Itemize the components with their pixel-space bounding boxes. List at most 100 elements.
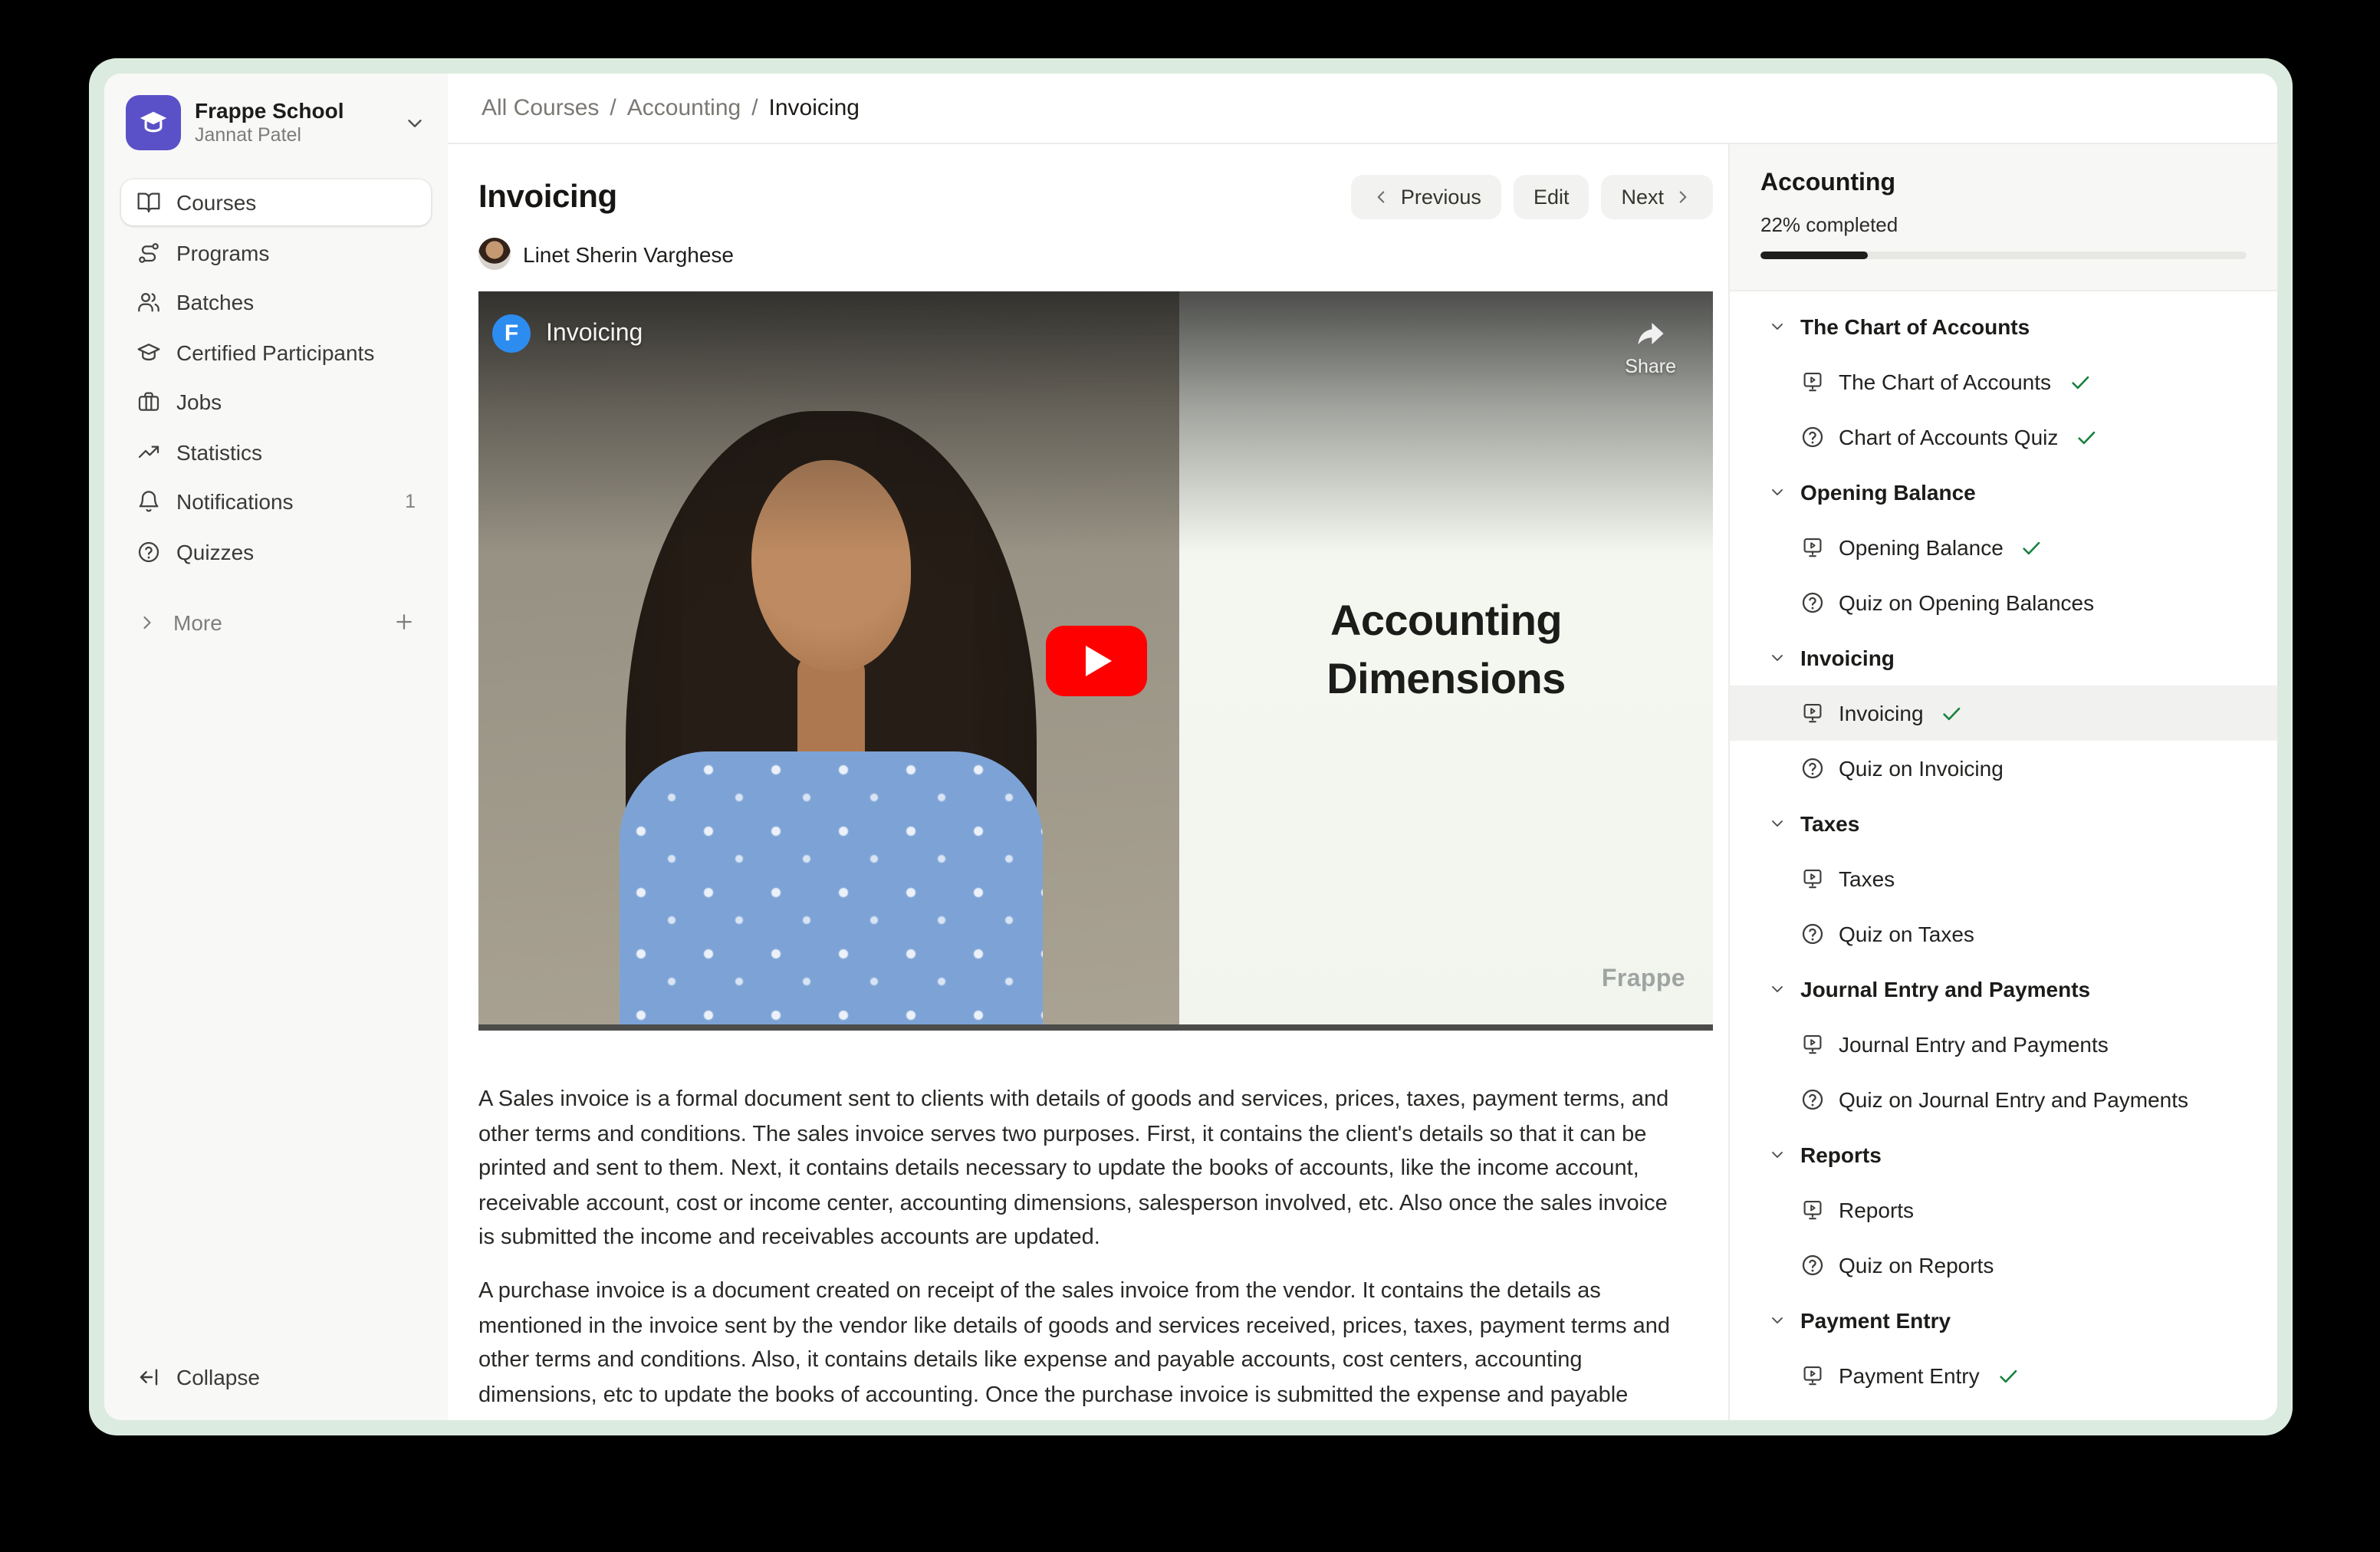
book-open-icon (136, 190, 161, 215)
course-outline-panel: Accounting 22% completed The Chart of Ac… (1728, 144, 2277, 1420)
breadcrumb-course[interactable]: Accounting (627, 95, 741, 121)
lesson-actions: Previous Edit Next (1352, 175, 1713, 219)
sidebar-item-statistics[interactable]: Statistics (121, 429, 431, 475)
completed-check-icon (2068, 370, 2091, 393)
school-user: Jannat Patel (195, 124, 390, 147)
author-name: Linet Sherin Varghese (523, 242, 734, 266)
breadcrumb-all-courses[interactable]: All Courses (482, 95, 599, 121)
quiz-icon (1800, 425, 1825, 449)
video-lesson-icon (1800, 370, 1825, 394)
author-avatar (478, 238, 511, 270)
sidebar-menu: Courses Programs Batches Certified Parti… (121, 179, 431, 574)
outline-lesson[interactable]: Opening Balance (1730, 520, 2277, 575)
sidebar-item-jobs[interactable]: Jobs (121, 379, 431, 425)
paragraph: A purchase invoice is a document created… (478, 1274, 1682, 1413)
author-row: Linet Sherin Varghese (478, 238, 1713, 270)
more-label: More (173, 610, 377, 634)
chevron-right-icon (136, 611, 158, 633)
help-circle-icon (136, 539, 161, 564)
sidebar-item-label: Batches (176, 290, 416, 314)
sidebar-item-courses[interactable]: Courses (121, 179, 431, 225)
chevron-down-icon (1768, 1311, 1787, 1330)
video-lesson-icon (1800, 1198, 1825, 1222)
youtube-play-button[interactable] (1045, 626, 1146, 696)
outline-section: Payment Entry Payment Entry (1730, 1293, 2277, 1403)
outline-section-header[interactable]: Taxes (1730, 796, 2277, 851)
video-title[interactable]: Invoicing (546, 320, 643, 347)
video-share-button[interactable]: Share (1625, 316, 1676, 377)
trending-up-icon (136, 439, 161, 464)
play-icon (1085, 646, 1111, 676)
next-button[interactable]: Next (1601, 175, 1713, 219)
video-player[interactable]: Accounting Dimensions Frappe F Invoicing (478, 291, 1713, 1031)
chevron-down-icon (1768, 317, 1787, 336)
breadcrumb-separator: / (610, 95, 616, 121)
outline-quiz[interactable]: Quiz on Journal Entry and Payments (1730, 1072, 2277, 1127)
sidebar-item-notifications[interactable]: Notifications 1 (121, 478, 431, 524)
chevron-down-icon (1768, 814, 1787, 833)
chevron-left-icon (1372, 187, 1392, 207)
paragraph: A Sales invoice is a formal document sen… (478, 1083, 1682, 1256)
route-icon (136, 240, 161, 265)
sidebar-item-label: Jobs (176, 390, 416, 414)
sidebar-item-label: Quizzes (176, 539, 416, 564)
video-lesson-icon (1800, 866, 1825, 891)
sidebar-item-label: Statistics (176, 439, 416, 464)
school-name: Frappe School (195, 98, 390, 124)
outline-lesson-active[interactable]: Invoicing (1730, 686, 2277, 741)
graduation-cap-icon (136, 340, 161, 364)
sidebar-item-label: Programs (176, 240, 416, 265)
video-lesson-icon (1800, 1363, 1825, 1388)
video-channel-logo[interactable]: F (492, 314, 531, 353)
outline-lesson[interactable]: Payment Entry (1730, 1348, 2277, 1403)
slide-title: Accounting Dimensions (1179, 592, 1713, 709)
outline-quiz[interactable]: Chart of Accounts Quiz (1730, 409, 2277, 465)
outline-section: The Chart of Accounts The Chart of Accou… (1730, 299, 2277, 465)
outline-section-header[interactable]: Opening Balance (1730, 465, 2277, 520)
outline-quiz[interactable]: Quiz on Opening Balances (1730, 575, 2277, 630)
outline-lesson[interactable]: The Chart of Accounts (1730, 354, 2277, 409)
lesson-article: A Sales invoice is a formal document sen… (478, 1083, 1682, 1413)
outline-section-header[interactable]: Payment Entry (1730, 1293, 2277, 1348)
outline-lesson[interactable]: Taxes (1730, 851, 2277, 906)
graduation-cap-icon (136, 106, 170, 140)
outline-section-header[interactable]: Invoicing (1730, 630, 2277, 686)
quiz-icon (1800, 1087, 1825, 1112)
school-switcher[interactable]: Frappe School Jannat Patel (121, 92, 431, 153)
outline-quiz[interactable]: Quiz on Reports (1730, 1238, 2277, 1293)
sidebar-item-batches[interactable]: Batches (121, 279, 431, 325)
chevron-down-icon (1768, 649, 1787, 667)
quiz-icon (1800, 922, 1825, 946)
lesson-content: Invoicing Previous Edit Nex (448, 144, 1728, 1420)
outline-section-header[interactable]: Reports (1730, 1127, 2277, 1182)
sidebar-item-programs[interactable]: Programs (121, 229, 431, 275)
completed-check-icon (2020, 536, 2043, 559)
progress-bar (1760, 252, 2247, 259)
outline-lesson[interactable]: Reports (1730, 1182, 2277, 1238)
sidebar-item-label: Certified Participants (176, 340, 416, 364)
breadcrumb-separator: / (751, 95, 758, 121)
edit-button[interactable]: Edit (1514, 175, 1589, 219)
sidebar-item-quizzes[interactable]: Quizzes (121, 528, 431, 574)
breadcrumb-current: Invoicing (769, 95, 860, 121)
outline-quiz[interactable]: Quiz on Invoicing (1730, 741, 2277, 796)
sidebar-item-certified-participants[interactable]: Certified Participants (121, 329, 431, 375)
completed-check-icon (2075, 426, 2098, 449)
bell-icon (136, 489, 161, 514)
sidebar-collapse-button[interactable]: Collapse (121, 1356, 431, 1399)
notification-count-badge: 1 (405, 491, 416, 512)
previous-button[interactable]: Previous (1352, 175, 1501, 219)
course-progress-header: Accounting 22% completed (1730, 144, 2277, 291)
quiz-icon (1800, 1253, 1825, 1277)
video-lesson-icon (1800, 701, 1825, 725)
app-window: Frappe School Jannat Patel Courses Progr… (104, 74, 2277, 1420)
plus-icon[interactable] (393, 610, 416, 633)
outline-section-header[interactable]: The Chart of Accounts (1730, 299, 2277, 354)
outline-lesson[interactable]: Journal Entry and Payments (1730, 1017, 2277, 1072)
course-progress-fill (1760, 252, 1867, 259)
outline-section-header[interactable]: Journal Entry and Payments (1730, 962, 2277, 1017)
share-icon (1632, 316, 1669, 353)
sidebar-more-toggle[interactable]: More (121, 600, 431, 643)
outline-quiz[interactable]: Quiz on Taxes (1730, 906, 2277, 962)
completed-check-icon (1941, 702, 1964, 725)
